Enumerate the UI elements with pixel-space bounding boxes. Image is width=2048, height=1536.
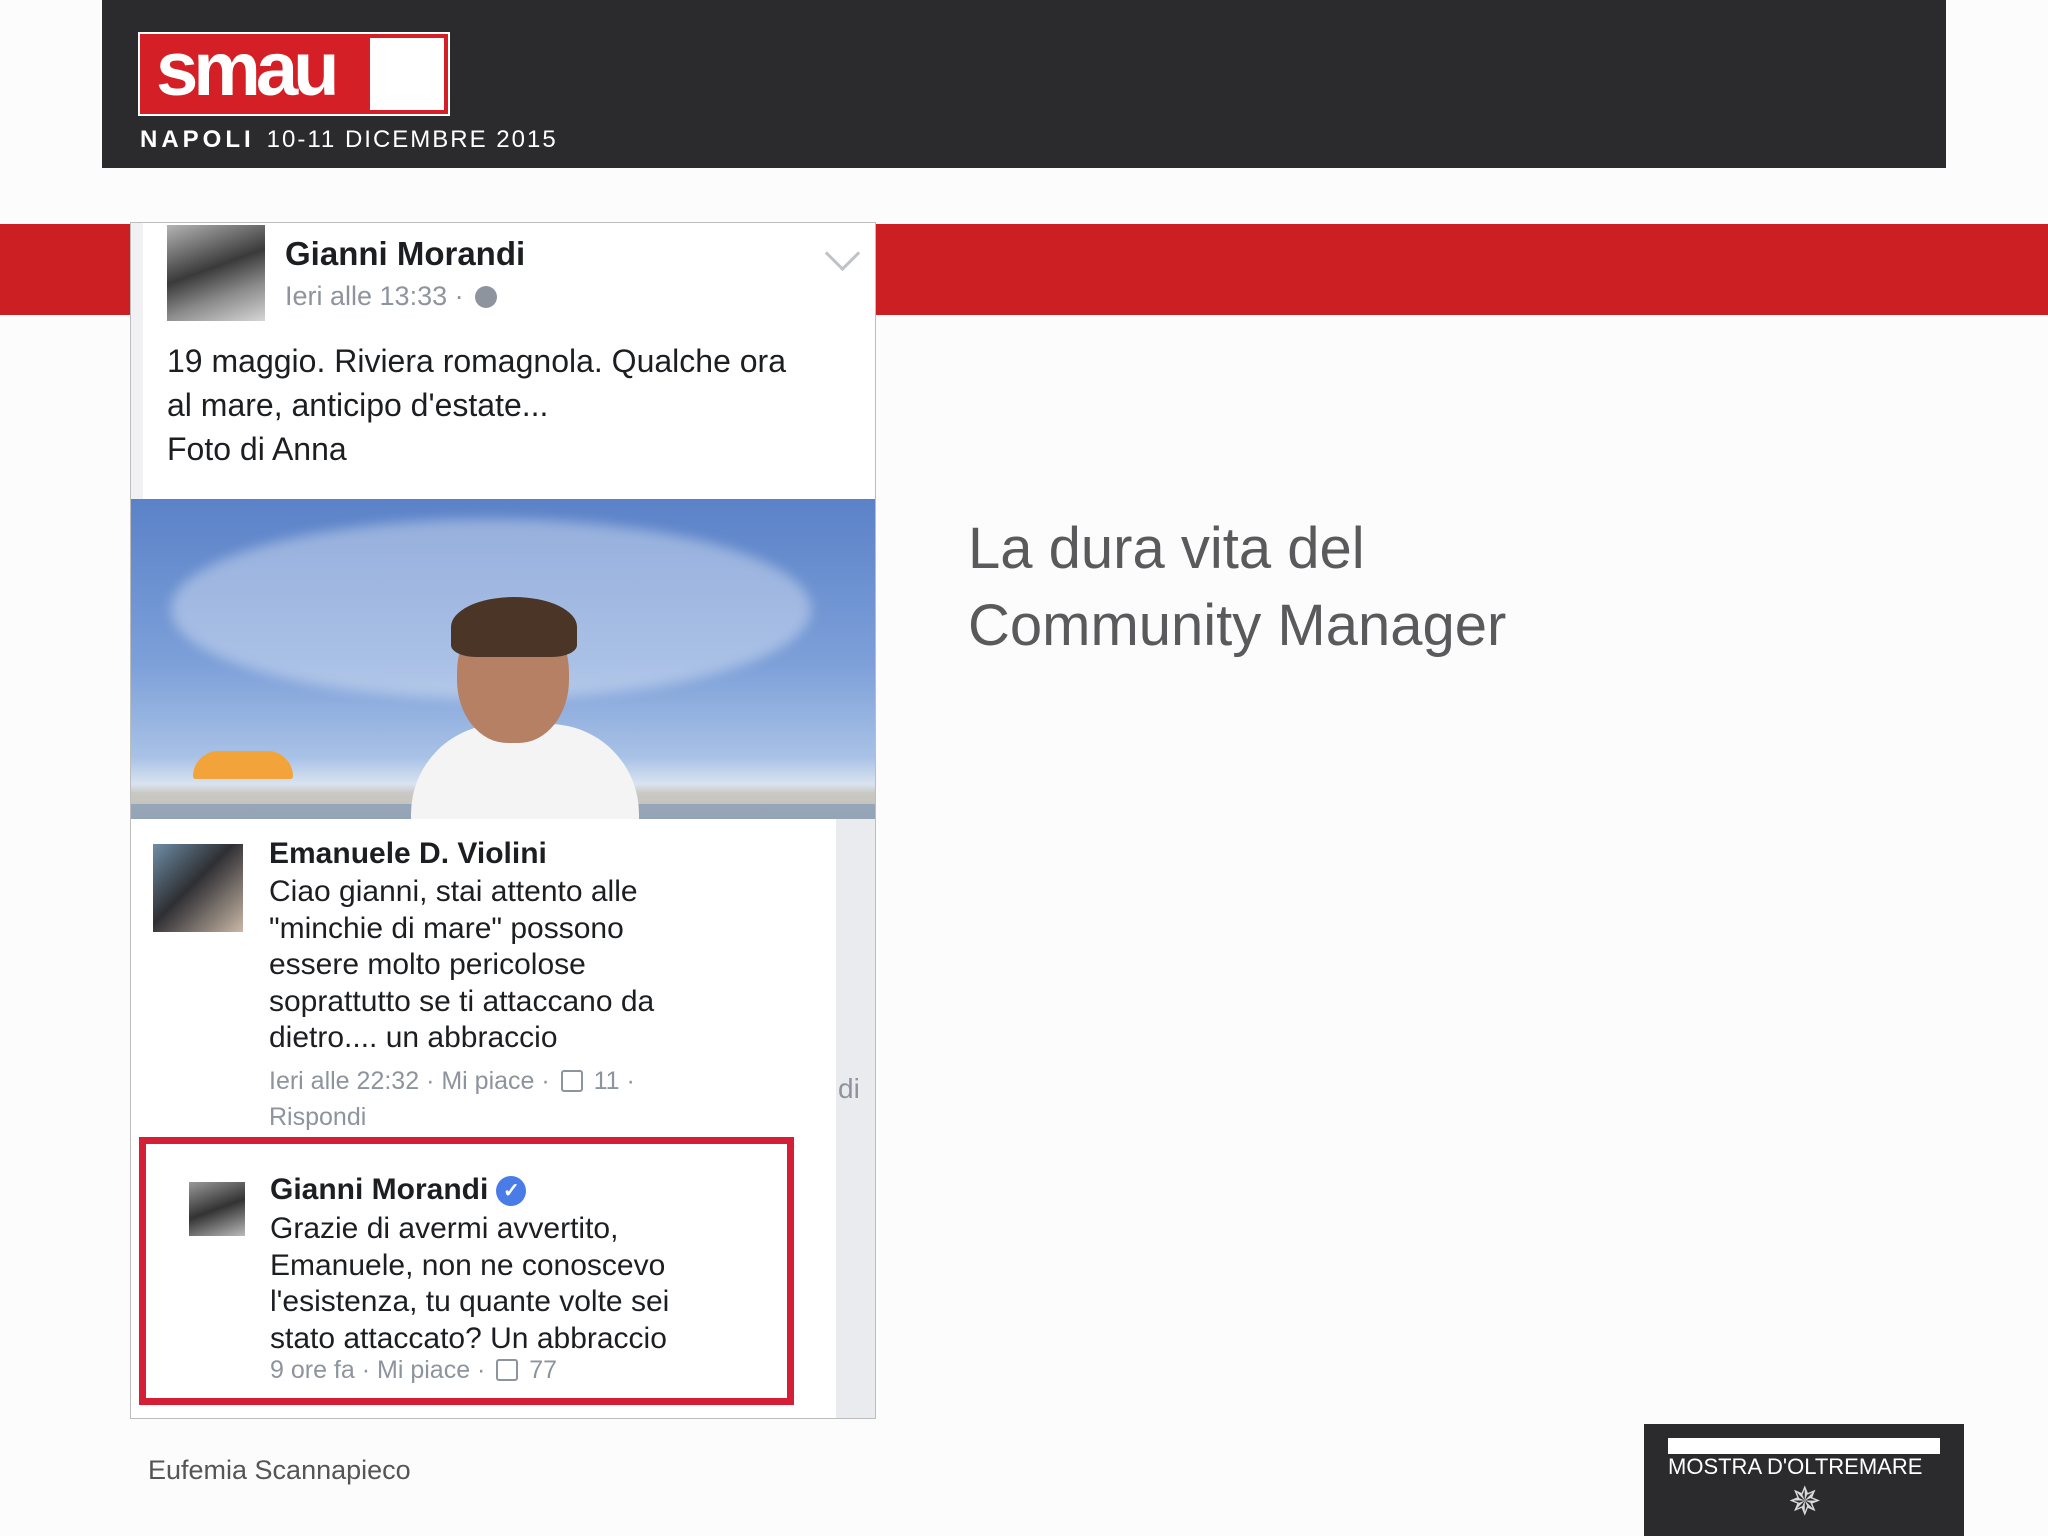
comment-avatar <box>153 844 243 932</box>
reply-text-line: stato attaccato? Un abbraccio <box>270 1321 667 1355</box>
comments-panel: Emanuele D. Violini Ciao gianni, stai at… <box>131 819 836 1418</box>
logo-square <box>370 38 444 110</box>
facebook-post: Gianni Morandi Ieri alle 13:33 · 19 magg… <box>130 222 876 1419</box>
header-bar: smau NAPOLI 10-11 DICEMBRE 2015 <box>102 0 1946 168</box>
logo-text: smau <box>156 27 340 112</box>
post-text-line: 19 maggio. Riviera romagnola. Qualche or… <box>167 343 786 379</box>
comment-text-line: "minchie di mare" possono <box>269 911 624 945</box>
compass-icon: ✵ <box>1788 1480 1822 1524</box>
comment-reply-link[interactable]: Rispondi <box>269 1103 366 1131</box>
post-time-label: Ieri alle 13:33 · <box>285 281 464 311</box>
slide-title-line: Community Manager <box>968 593 1507 658</box>
reply-avatar <box>189 1182 245 1236</box>
reply-text-line: Grazie di avermi avvertito, <box>270 1212 619 1245</box>
verified-badge-icon: ✓ <box>496 1176 527 1206</box>
reply-time: 9 ore fa <box>270 1356 355 1384</box>
post-time: Ieri alle 13:33 · <box>285 281 498 312</box>
side-strip <box>836 819 875 1418</box>
reply-author-row: Gianni Morandi ✓ <box>270 1173 527 1207</box>
globe-icon <box>475 286 498 308</box>
comment-author: Emanuele D. Violini <box>269 837 547 870</box>
reply-text: Grazie di avermi avvertito, Emanuele, no… <box>270 1211 770 1357</box>
thumbs-up-icon <box>496 1359 519 1381</box>
comment-like-count: 11 · <box>593 1067 635 1095</box>
reply-meta: 9 ore fa · Mi piace · 77 <box>270 1356 557 1385</box>
event-dates: 10-11 DICEMBRE 2015 <box>266 126 558 153</box>
venue-logo: MOSTRA D'OLTREMARE ✵ <box>1644 1424 1964 1536</box>
comment-meta: Ieri alle 22:32 · Mi piace · 11 · Rispon… <box>269 1063 719 1135</box>
photo-person-hair <box>451 597 577 657</box>
side-partial-text: di <box>838 1073 860 1104</box>
event-city: NAPOLI <box>140 126 255 153</box>
reply-text-line: Emanuele, non ne conoscevo <box>270 1248 666 1282</box>
chevron-down-icon <box>824 235 861 272</box>
thumbs-up-icon <box>560 1070 583 1092</box>
comment-text: Ciao gianni, stai attento alle "minchie … <box>269 874 739 1057</box>
reply-like-count: 77 <box>529 1356 558 1384</box>
avatar <box>167 225 265 321</box>
event-line: NAPOLI 10-11 DICEMBRE 2015 <box>140 126 558 154</box>
post-author: Gianni Morandi <box>285 235 526 272</box>
comment-text-line: essere molto pericolose <box>269 948 586 981</box>
post-header: Gianni Morandi Ieri alle 13:33 · 19 magg… <box>131 223 875 501</box>
post-left-rule <box>131 223 143 501</box>
photo-umbrella <box>193 751 293 779</box>
comment-text-line: soprattutto se ti attaccano da <box>269 984 655 1018</box>
comment-text-line: dietro.... un abbraccio <box>269 1021 558 1054</box>
reply-like-link[interactable]: · Mi piace · <box>362 1356 486 1384</box>
presenter-name: Eufemia Scannapieco <box>148 1455 411 1485</box>
slide-title: La dura vita del Community Manager <box>968 510 1688 664</box>
post-text-line: al mare, anticipo d'estate... <box>167 387 549 423</box>
post-text: 19 maggio. Riviera romagnola. Qualche or… <box>167 339 857 471</box>
highlighted-reply: Gianni Morandi ✓ Grazie di avermi avverti… <box>139 1137 794 1405</box>
comment-like-link[interactable]: · Mi piace · <box>426 1067 550 1095</box>
comment-text-line: Ciao gianni, stai attento alle <box>269 875 638 908</box>
reply-text-line: l'esistenza, tu quante volte sei <box>270 1285 670 1318</box>
comment-time: Ieri alle 22:32 <box>269 1067 420 1095</box>
reply-author: Gianni Morandi <box>270 1173 489 1206</box>
smau-logo: smau <box>138 27 450 116</box>
venue-name: MOSTRA D'OLTREMARE <box>1668 1454 1923 1479</box>
slide-title-line: La dura vita del <box>968 516 1365 581</box>
venue-bar <box>1668 1438 1940 1454</box>
post-text-line: Foto di Anna <box>167 431 347 467</box>
